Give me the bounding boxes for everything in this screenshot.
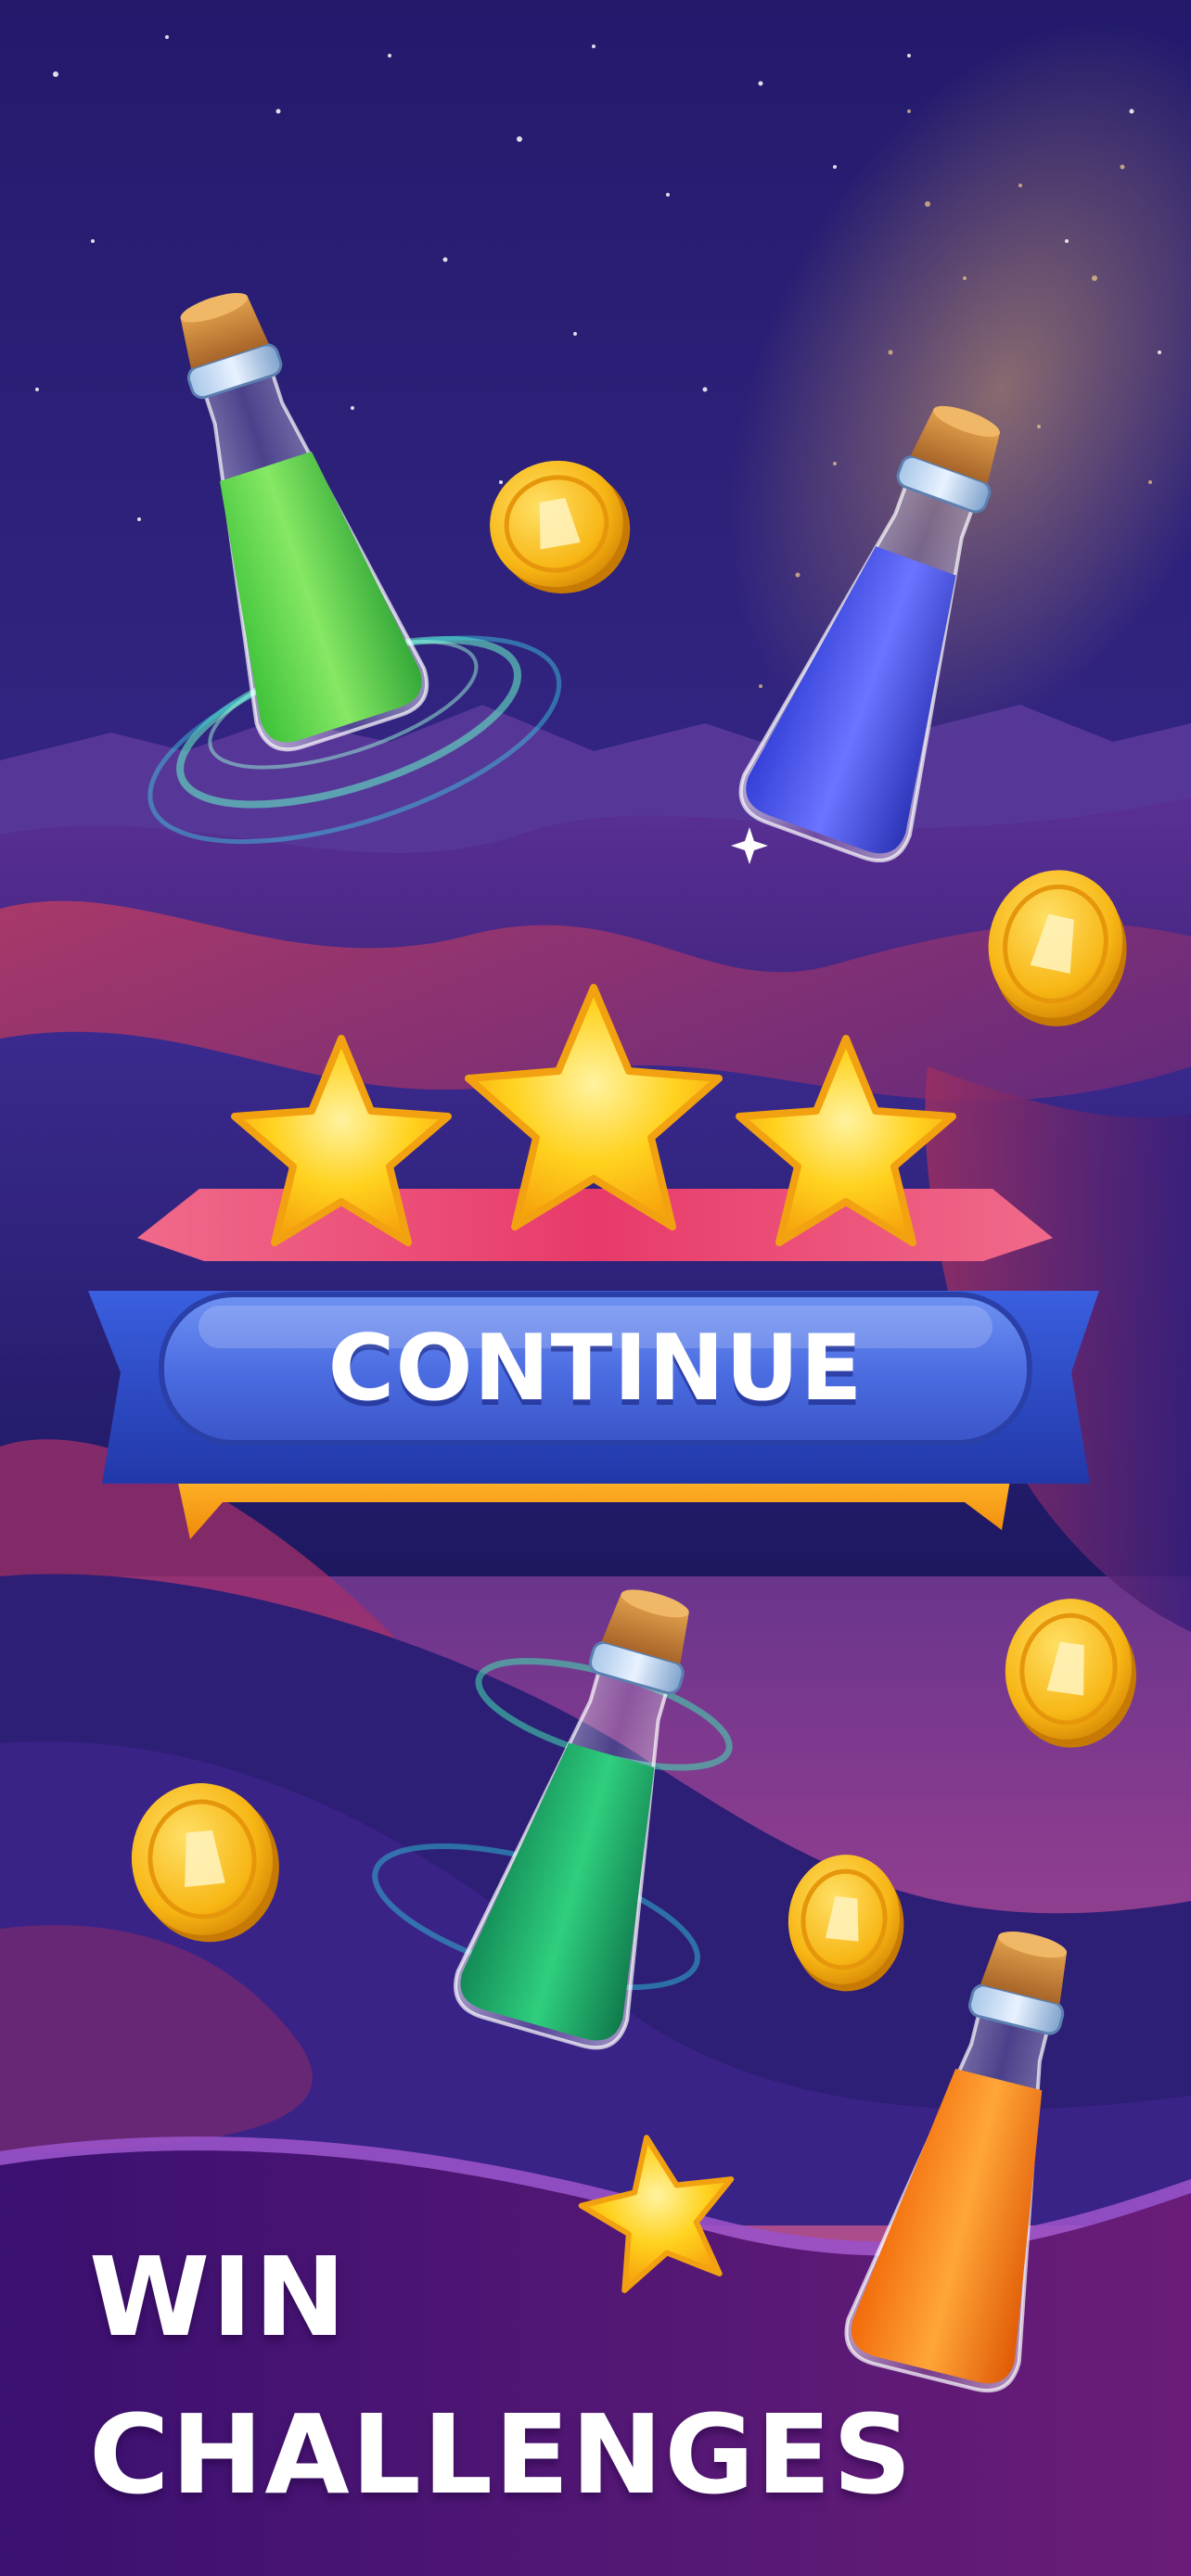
game-screen: CONTINUE WIN CHALLENGES [0,0,1191,2576]
orange-ribbon [176,1474,1011,1539]
pink-ribbon [137,1189,1053,1261]
star-icon [578,2135,735,2293]
headline-line2: CHALLENGES [89,2391,914,2519]
headline-line1: WIN [89,2233,348,2361]
continue-button-label[interactable]: CONTINUE [161,1294,1030,1443]
level-complete-banner [88,984,1099,2293]
